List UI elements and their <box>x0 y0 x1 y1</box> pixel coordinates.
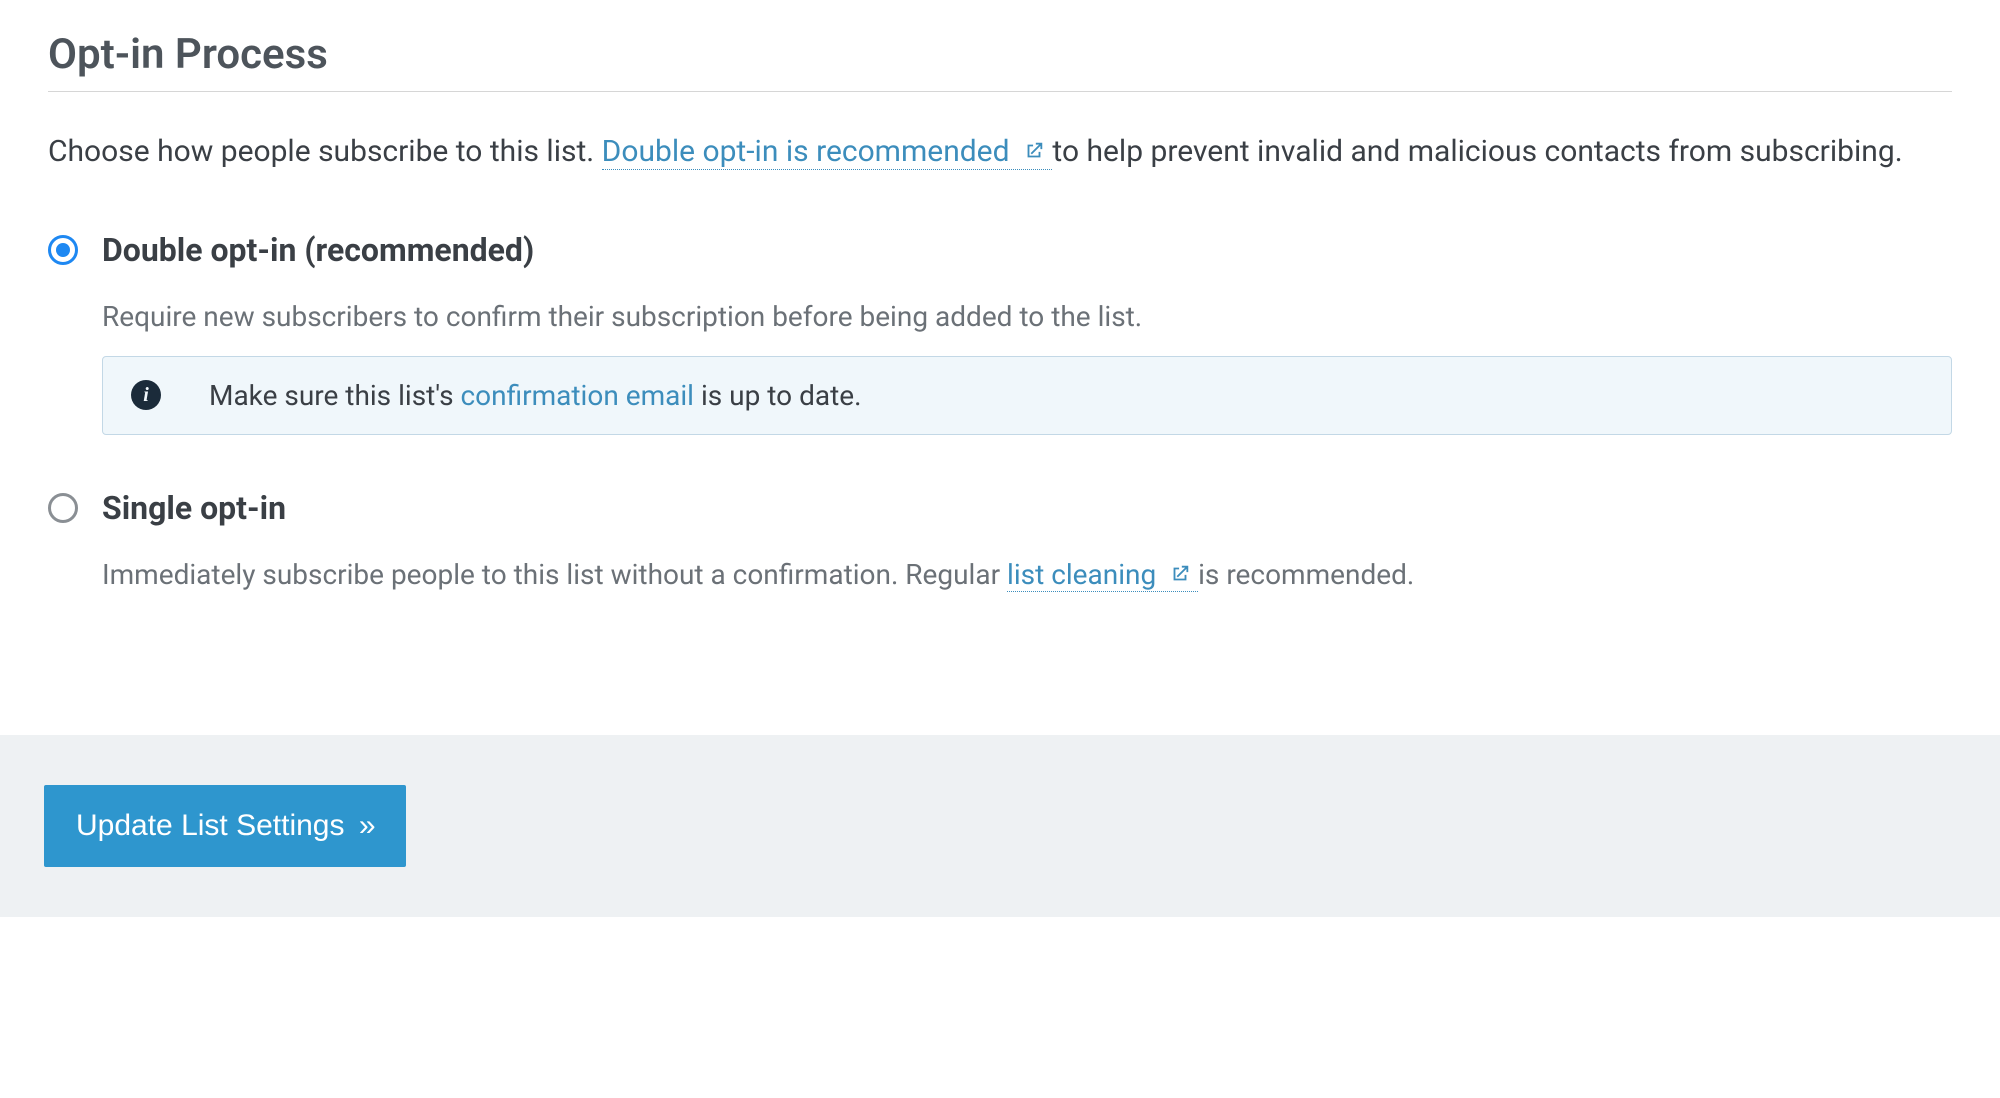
update-list-settings-button[interactable]: Update List Settings » <box>44 785 406 867</box>
radio-double-optin[interactable] <box>48 235 78 265</box>
confirmation-email-link[interactable]: confirmation email <box>461 379 694 412</box>
info-text-after: is up to date. <box>701 379 862 412</box>
info-text-before: Make sure this list's <box>209 379 461 412</box>
single-desc-link-text: list cleaning <box>1007 558 1156 591</box>
option-label-double: Double opt-in (recommended) <box>102 231 1952 269</box>
option-label-single: Single opt-in <box>102 489 1952 527</box>
external-link-icon <box>1023 131 1045 175</box>
single-desc-before: Immediately subscribe people to this lis… <box>102 558 1007 591</box>
section-title: Opt-in Process <box>48 30 1952 79</box>
double-optin-recommended-link[interactable]: Double opt-in is recommended <box>602 134 1053 170</box>
opt-in-section: Opt-in Process Choose how people subscri… <box>0 0 2000 615</box>
chevron-right-icon: » <box>359 809 374 842</box>
option-double-optin[interactable]: Double opt-in (recommended) Require new … <box>48 231 1952 435</box>
intro-text-before: Choose how people subscribe to this list… <box>48 134 602 169</box>
list-cleaning-link[interactable]: list cleaning <box>1007 558 1198 592</box>
opt-in-options: Double opt-in (recommended) Require new … <box>48 231 1952 615</box>
section-intro: Choose how people subscribe to this list… <box>48 130 1952 175</box>
info-icon: i <box>131 380 161 410</box>
radio-single-optin[interactable] <box>48 493 78 523</box>
option-desc-single: Immediately subscribe people to this lis… <box>102 555 1952 595</box>
footer-bar: Update List Settings » <box>0 735 2000 917</box>
external-link-icon <box>1169 556 1191 595</box>
option-body: Double opt-in (recommended) Require new … <box>102 231 1952 435</box>
button-label: Update List Settings <box>76 809 345 842</box>
info-text: Make sure this list's confirmation email… <box>209 379 861 412</box>
option-body: Single opt-in Immediately subscribe peop… <box>102 489 1952 615</box>
intro-text-after: to help prevent invalid and malicious co… <box>1052 134 1902 169</box>
section-divider <box>48 91 1952 92</box>
option-desc-double: Require new subscribers to confirm their… <box>102 297 1952 336</box>
intro-link-text: Double opt-in is recommended <box>602 134 1010 169</box>
info-box-confirmation-email: i Make sure this list's confirmation ema… <box>102 356 1952 435</box>
option-single-optin[interactable]: Single opt-in Immediately subscribe peop… <box>48 489 1952 615</box>
single-desc-after: is recommended. <box>1198 558 1414 591</box>
